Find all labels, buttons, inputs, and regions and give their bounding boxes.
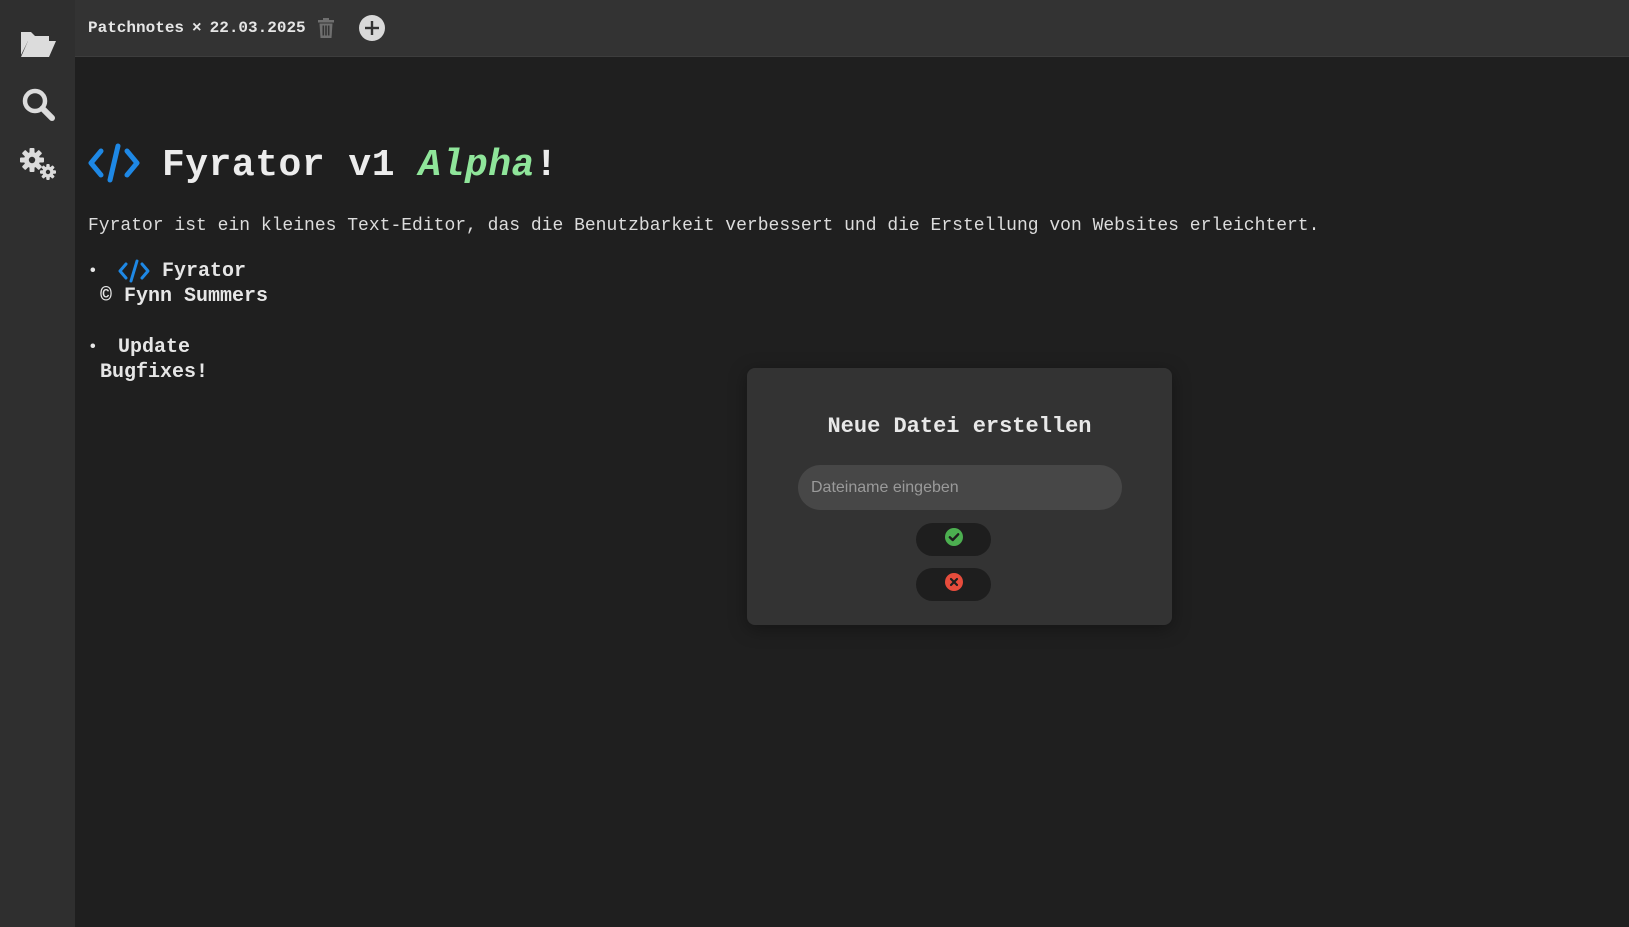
tab-patchnotes[interactable]: Patchnotes × 22.03.2025 [88, 19, 306, 37]
cancel-button[interactable] [916, 568, 991, 601]
code-icon [88, 143, 140, 188]
check-circle-icon [944, 528, 963, 551]
confirm-button[interactable] [916, 523, 991, 556]
plus-circle-icon[interactable] [358, 15, 385, 41]
title-prefix: Fyrator v1 [162, 143, 419, 187]
title-text: Fyrator v1 Alpha! [162, 144, 558, 187]
folder-open-icon [19, 28, 57, 60]
list-item-title: Fyrator [162, 259, 247, 283]
x-circle-icon [944, 573, 963, 596]
tab-bar: Patchnotes × 22.03.2025 [75, 0, 1629, 57]
search-icon [21, 87, 55, 121]
settings-button[interactable] [16, 142, 60, 186]
list-item-title: Update [118, 335, 191, 359]
gears-icon [18, 146, 58, 182]
list-item: • Update [88, 334, 1608, 360]
new-file-dialog: Neue Datei erstellen [747, 368, 1172, 625]
sidebar [0, 0, 75, 927]
search-button[interactable] [16, 82, 60, 126]
editor-content[interactable]: Fyrator v1 Alpha! Fyrator ist ein kleine… [88, 140, 1608, 386]
tab-date: 22.03.2025 [209, 19, 306, 37]
dialog-title: Neue Datei erstellen [827, 414, 1092, 439]
tab-name: Patchnotes [88, 19, 185, 37]
page-title: Fyrator v1 Alpha! [88, 140, 1608, 190]
open-folder-button[interactable] [16, 22, 60, 66]
bullet: • [88, 338, 98, 356]
tab-separator: × [192, 19, 202, 37]
list-item: • Fyrator [88, 258, 1608, 284]
description: Fyrator ist ein kleines Text-Editor, das… [88, 216, 1320, 236]
bullet: • [88, 262, 98, 280]
trash-icon[interactable] [317, 18, 334, 38]
filename-input[interactable] [798, 465, 1122, 510]
feature-list: • Fyrator © Fynn Summers • Update Bugfix… [88, 258, 1608, 386]
title-accent: Alpha [418, 143, 535, 187]
title-suffix: ! [534, 143, 559, 187]
list-item-detail: © Fynn Summers [100, 285, 269, 308]
code-icon [118, 259, 150, 283]
